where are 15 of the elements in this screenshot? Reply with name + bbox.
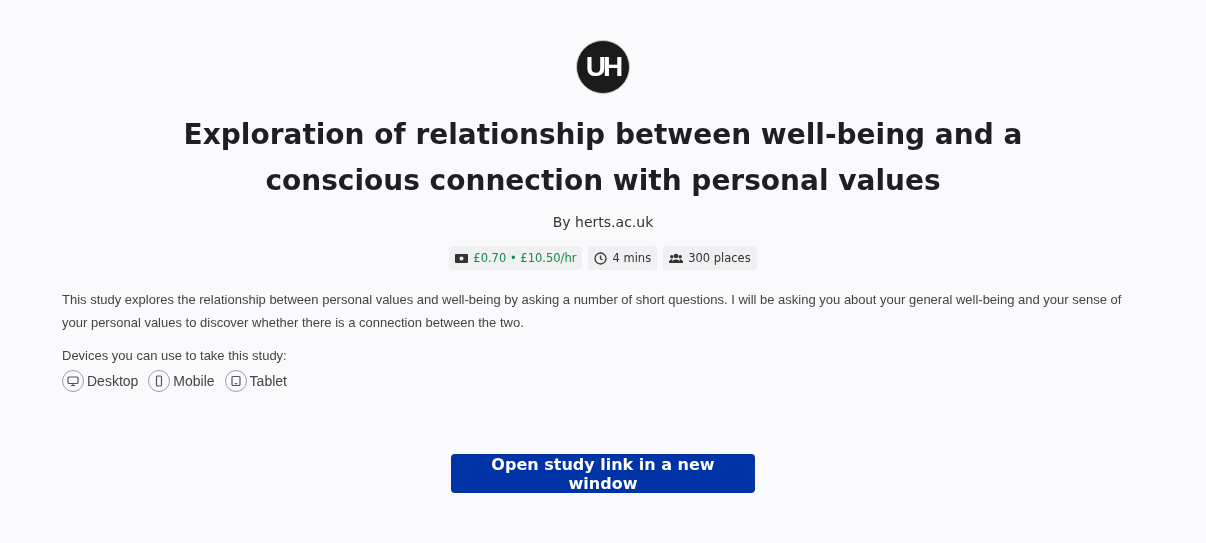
devices-label: Devices you can use to take this study:: [62, 348, 287, 363]
clock-icon: [594, 251, 608, 265]
device-label: Mobile: [173, 373, 215, 389]
people-icon: [669, 253, 684, 263]
tag-label: £0.70 • £10.50/hr: [473, 251, 577, 265]
tag-label: 4 mins: [612, 251, 652, 265]
study-title: Exploration of relationship between well-being and a conscious connection with personal values: [182, 117, 1024, 199]
device-label: Tablet: [249, 373, 287, 389]
cash-icon: [455, 253, 469, 263]
university-logo: UH: [576, 40, 630, 94]
tag-label: 300 places: [688, 251, 751, 265]
study-author: By herts.ac.uk: [552, 214, 654, 230]
open-study-button[interactable]: Open study link in a new window: [451, 454, 755, 493]
device-label: Desktop: [87, 373, 139, 389]
study-description: This study explores the relationship between personal values and well-being by asking a number of short questions. I will be asking you about your general well-being and your sense of your personal values to discover whether there is a connection between the two.: [62, 291, 1123, 332]
